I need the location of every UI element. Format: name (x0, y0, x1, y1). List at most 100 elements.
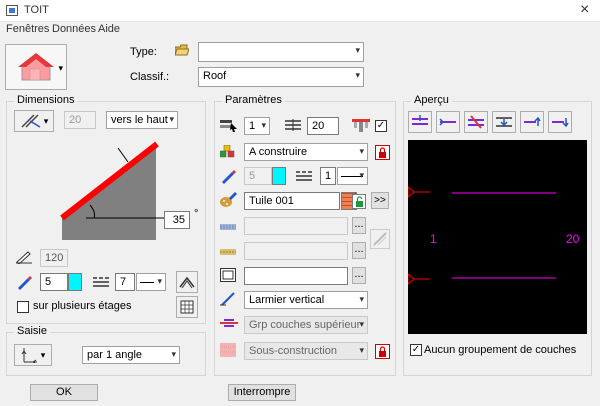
preview-tool-4[interactable] (492, 111, 516, 133)
line-field[interactable]: 7 (115, 273, 135, 291)
roof-type-button[interactable]: ▾ (5, 44, 67, 90)
layer-group-icon (220, 318, 238, 328)
layer-pointer-icon (220, 118, 238, 132)
app-icon (6, 5, 18, 16)
dimension-input-icon (21, 348, 37, 363)
pen-color-swatch[interactable] (68, 273, 82, 291)
layer-count-icon (285, 119, 301, 131)
lock-icon (379, 147, 386, 158)
hatch-copy-icon[interactable] (370, 229, 390, 249)
classif-select[interactable]: Roof ▾ (198, 67, 364, 87)
menu-donnees[interactable]: Données (52, 23, 96, 35)
layer-count-field[interactable]: 20 (307, 117, 339, 135)
folder-icon[interactable] (174, 44, 190, 56)
preview-tool-3[interactable] (464, 111, 488, 133)
layer-split-icon (496, 117, 512, 127)
multi-level-checkbox[interactable] (17, 301, 29, 313)
chevron-down-icon: ▾ (157, 276, 162, 286)
roof-peak-icon (179, 276, 195, 289)
preview-tool-1[interactable] (408, 111, 432, 133)
material-more-button[interactable]: >> (371, 192, 389, 209)
angle-value-field[interactable]: 20 (64, 111, 96, 129)
apercu-title: Aperçu (411, 94, 452, 106)
chevron-down-icon: ▾ (359, 345, 364, 355)
layer-group-select[interactable]: Grp couches supérieur ▾ (244, 316, 368, 334)
pen-field-params[interactable]: 5 (244, 167, 272, 185)
surface-pattern-browse[interactable]: ... (352, 242, 366, 259)
chevron-down-icon: ▾ (40, 349, 46, 360)
menu-aide[interactable]: Aide (98, 23, 120, 35)
status-select[interactable]: A construire ▾ (244, 143, 368, 161)
chevron-down-icon: ▾ (359, 146, 364, 156)
chevron-down-icon: ▾ (355, 45, 360, 55)
frame-icon (220, 268, 236, 282)
preview-tool-6[interactable] (548, 111, 572, 133)
line-type-icon (93, 276, 109, 288)
chevron-down-icon: ▾ (359, 319, 364, 329)
line-style-select[interactable]: ▾ (136, 273, 166, 291)
no-group-checkbox[interactable]: ✓ (410, 344, 422, 356)
subconstruction-icon (220, 343, 236, 357)
chevron-down-icon: ▾ (169, 114, 174, 124)
surface-pattern-icon (220, 246, 236, 258)
preview-canvas[interactable]: 1 20 (407, 140, 587, 334)
pen-color-swatch-params[interactable] (272, 167, 286, 185)
unlock-icon[interactable] (352, 194, 366, 209)
hatch-pattern-field[interactable] (244, 217, 348, 235)
frame-browse[interactable]: ... (352, 267, 366, 284)
thickness-icon (16, 250, 32, 265)
dimensions-title: Dimensions (14, 94, 78, 106)
multi-level-button[interactable] (176, 296, 198, 318)
hatch-style-select[interactable]: Larmier vertical ▾ (244, 291, 368, 309)
top-layer-icon (352, 118, 370, 132)
material-icon (219, 192, 237, 208)
chevron-down-icon: ▾ (43, 115, 49, 126)
close-icon[interactable]: × (580, 1, 589, 19)
line-style-select-params[interactable]: ▾ (337, 167, 368, 185)
menu-bar: Fenêtres Données Aide (0, 22, 600, 38)
multi-level-label: sur plusieurs étages (33, 300, 132, 312)
pen-field[interactable]: 5 (40, 273, 68, 291)
thickness-field[interactable]: 120 (40, 249, 68, 267)
preview-left-label: 1 (430, 232, 437, 246)
subconstruction-lock-button[interactable] (375, 344, 390, 359)
roof-peak-button[interactable] (176, 271, 198, 293)
no-group-label: Aucun groupement de couches (424, 344, 577, 356)
slope-angle-field[interactable]: 35 (164, 211, 190, 229)
menu-fenetres[interactable]: Fenêtres (6, 23, 49, 35)
line-field-params[interactable]: 1 (320, 167, 336, 185)
input-mode-select[interactable]: par 1 angle ▾ (82, 346, 180, 364)
chevron-down-icon: ▾ (58, 63, 63, 73)
hatch-style-icon (220, 292, 236, 306)
direction-select[interactable]: vers le haut ▾ (106, 111, 178, 129)
top-layer-checkbox[interactable]: ✓ (375, 120, 387, 132)
pen-icon (220, 168, 236, 184)
layer-select[interactable]: 1 ▾ (244, 117, 270, 135)
preview-tool-2[interactable] (436, 111, 460, 133)
chevron-down-icon: ▾ (171, 349, 176, 359)
parametres-title: Paramètres (222, 94, 285, 106)
ok-button[interactable]: OK (30, 384, 98, 401)
layer-top-icon (412, 115, 428, 125)
subconstruction-select[interactable]: Sous-construction ▾ (244, 342, 368, 360)
roof-slope-diagram (60, 141, 164, 240)
hatch-pattern-browse[interactable]: ... (352, 217, 366, 234)
status-icon (219, 144, 236, 159)
surface-pattern-field[interactable] (244, 242, 348, 260)
material-field[interactable]: Tuile 001 (244, 192, 340, 210)
preview-right-label: 20 (566, 232, 580, 246)
angle-mode-button[interactable]: ▾ (14, 110, 54, 132)
input-mode-button[interactable]: ▾ (14, 344, 52, 366)
status-lock-button[interactable] (375, 145, 390, 160)
interrupt-button[interactable]: Interrompre (228, 384, 296, 401)
preview-tool-5[interactable] (520, 111, 544, 133)
line-type-icon (296, 170, 312, 182)
chevron-down-icon: ▾ (359, 294, 364, 304)
hatch-pattern-icon (220, 221, 236, 233)
layer-move-down-icon (552, 118, 569, 128)
window-title: TOIT (24, 4, 49, 16)
degree-unit: ° (194, 208, 199, 220)
frame-field[interactable] (244, 267, 348, 285)
classif-label: Classif.: (130, 71, 170, 83)
type-select[interactable]: ▾ (198, 42, 364, 62)
